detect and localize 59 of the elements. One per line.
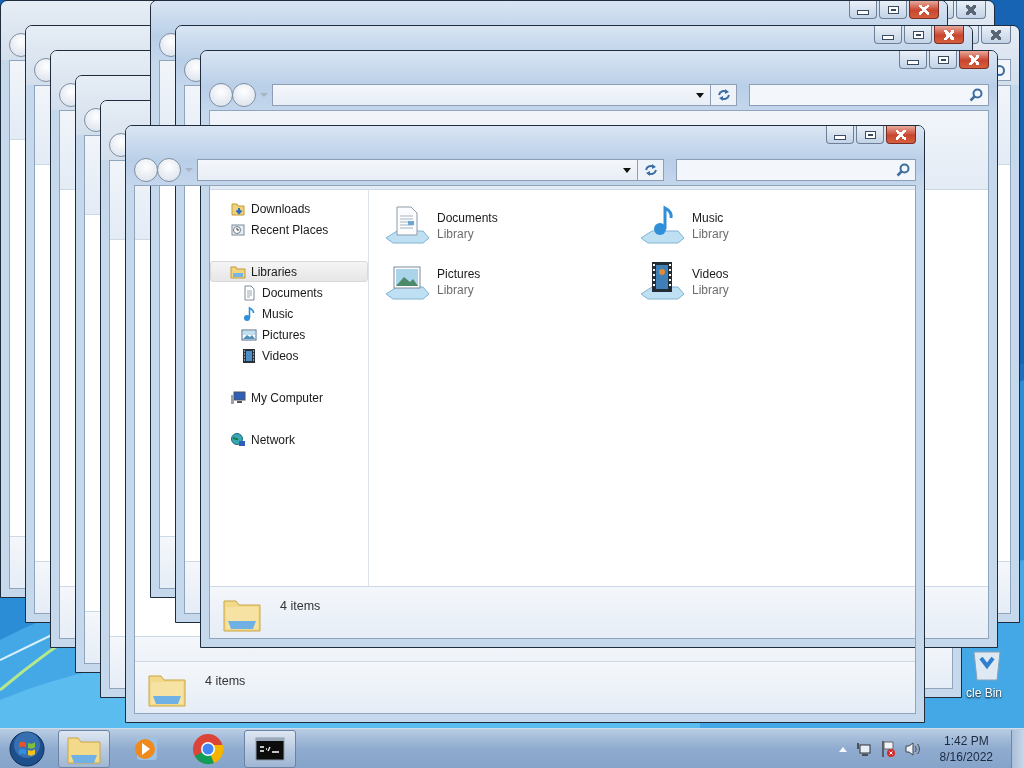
library-tile[interactable]: Pictures Library [383, 260, 638, 316]
dropdown-caret-icon[interactable] [623, 167, 631, 173]
refresh-icon [715, 88, 732, 102]
dropdown-caret-icon[interactable] [696, 92, 704, 98]
item-count: 4 items [280, 598, 321, 613]
videos-library-icon [638, 260, 686, 302]
search-icon [896, 163, 910, 177]
maximize-button[interactable] [856, 126, 884, 144]
recent-places-icon [230, 221, 246, 238]
flag-icon[interactable] [879, 739, 896, 758]
library-tile[interactable]: Music Library [638, 204, 893, 260]
nav-item[interactable]: Libraries [210, 261, 368, 282]
nav-item[interactable]: Network [210, 429, 368, 450]
document-library-icon [383, 204, 431, 246]
network-icon[interactable] [855, 740, 872, 757]
refresh-button[interactable] [638, 159, 664, 181]
download-folder-icon [230, 200, 246, 217]
search-icon [969, 88, 983, 102]
computer-icon [230, 389, 246, 406]
library-folder-icon [230, 263, 246, 280]
close-button[interactable] [959, 51, 989, 69]
minimize-button[interactable] [899, 51, 927, 69]
nav-item[interactable]: Pictures [210, 324, 368, 345]
music-note-icon [241, 305, 257, 322]
item-count: 4 items [205, 673, 246, 688]
browser-icon [192, 732, 224, 765]
back-button[interactable] [134, 158, 158, 182]
picture-icon [241, 326, 257, 343]
document-icon [241, 284, 257, 301]
nav-item[interactable]: Music [210, 303, 368, 324]
forward-button[interactable] [232, 83, 256, 107]
forward-button[interactable] [157, 158, 181, 182]
music-library-icon [638, 204, 686, 246]
show-desktop-button[interactable] [1011, 729, 1024, 768]
maximize-button[interactable] [929, 51, 957, 69]
search-field[interactable] [749, 84, 989, 106]
nav-item[interactable]: Recent Places [210, 219, 368, 240]
address-field[interactable] [272, 84, 711, 106]
library-tile[interactable]: Documents Library [383, 204, 638, 260]
nav-item[interactable]: Documents [210, 282, 368, 303]
globe-icon [230, 431, 246, 448]
speaker-icon[interactable] [903, 740, 922, 757]
minimize-button[interactable] [826, 126, 854, 144]
nav-item[interactable]: Videos [210, 345, 368, 366]
library-tile[interactable]: Videos Library [638, 260, 893, 316]
clock-date[interactable]: 8/16/2022 [939, 748, 993, 765]
taskbar-button[interactable] [244, 729, 296, 768]
film-icon [241, 347, 257, 364]
address-field[interactable] [197, 159, 638, 181]
refresh-button[interactable] [711, 84, 737, 106]
terminal-icon [255, 736, 285, 761]
refresh-icon [642, 163, 659, 177]
back-button[interactable] [209, 83, 233, 107]
recycle-bin-icon[interactable] [972, 650, 1002, 682]
close-button[interactable] [886, 126, 916, 144]
clock-time[interactable]: 1:42 PM [943, 732, 989, 749]
nav-item[interactable]: My Computer [210, 387, 368, 408]
search-field[interactable] [676, 159, 916, 181]
nav-item[interactable]: Downloads [210, 198, 368, 219]
